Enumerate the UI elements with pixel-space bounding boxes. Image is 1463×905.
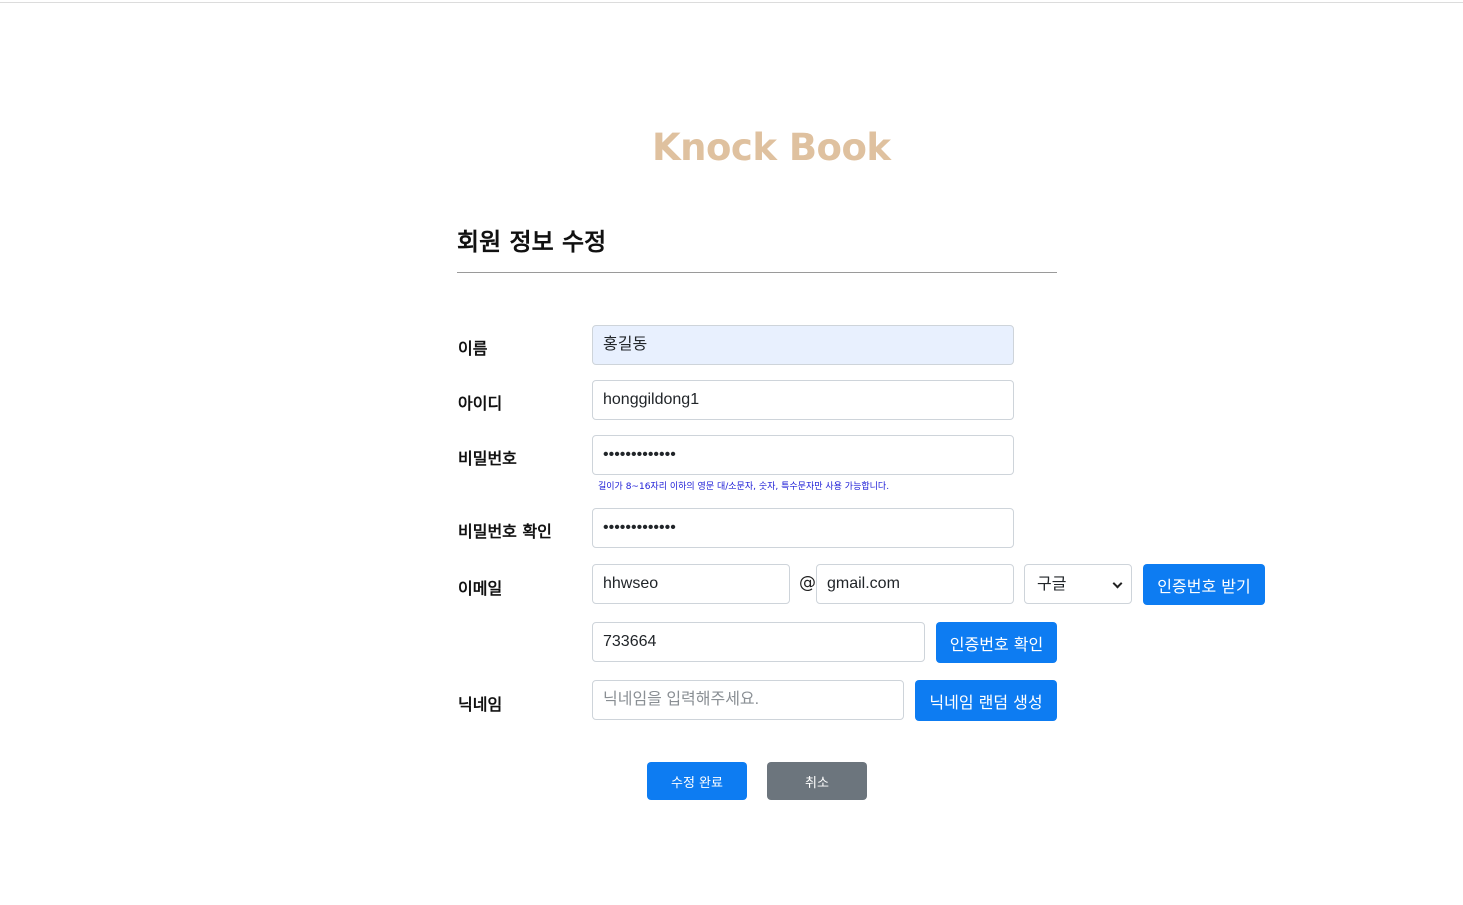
verify-code-button[interactable]: 인증번호 확인: [936, 622, 1057, 663]
email-domain-input[interactable]: gmail.com: [816, 564, 1014, 604]
password-confirm-input[interactable]: •••••••••••••: [592, 508, 1014, 548]
email-local-input[interactable]: hhwseo: [592, 564, 790, 604]
name-input[interactable]: 홍길동: [592, 325, 1014, 365]
chevron-down-icon: [1112, 578, 1123, 589]
random-nickname-button[interactable]: 닉네임 랜덤 생성: [915, 680, 1057, 721]
submit-button[interactable]: 수정 완료: [647, 762, 747, 800]
top-border: [0, 2, 1463, 3]
nickname-label: 닉네임: [458, 695, 503, 714]
email-provider-value: 구글: [1037, 574, 1067, 593]
logo: Knock Book: [652, 126, 891, 169]
cancel-button[interactable]: 취소: [767, 762, 867, 800]
email-label: 이메일: [458, 579, 503, 598]
password-input[interactable]: •••••••••••••: [592, 435, 1014, 475]
password-hint: 길이가 8~16자리 이하의 영문 대/소문자, 숫자, 특수문자만 사용 가능…: [598, 482, 890, 492]
user-id-input[interactable]: honggildong1: [592, 380, 1014, 420]
title-divider: [457, 272, 1057, 273]
nickname-input[interactable]: 닉네임을 입력해주세요.: [592, 680, 904, 720]
password-confirm-label: 비밀번호 확인: [458, 522, 552, 541]
at-sign: @: [799, 573, 816, 593]
name-label: 이름: [458, 339, 488, 358]
verification-code-input[interactable]: 733664: [592, 622, 925, 662]
user-id-label: 아이디: [458, 394, 503, 413]
email-provider-select[interactable]: 구글: [1024, 564, 1132, 604]
request-code-button[interactable]: 인증번호 받기: [1143, 564, 1265, 605]
password-label: 비밀번호: [458, 449, 517, 468]
page-title: 회원 정보 수정: [457, 228, 607, 256]
